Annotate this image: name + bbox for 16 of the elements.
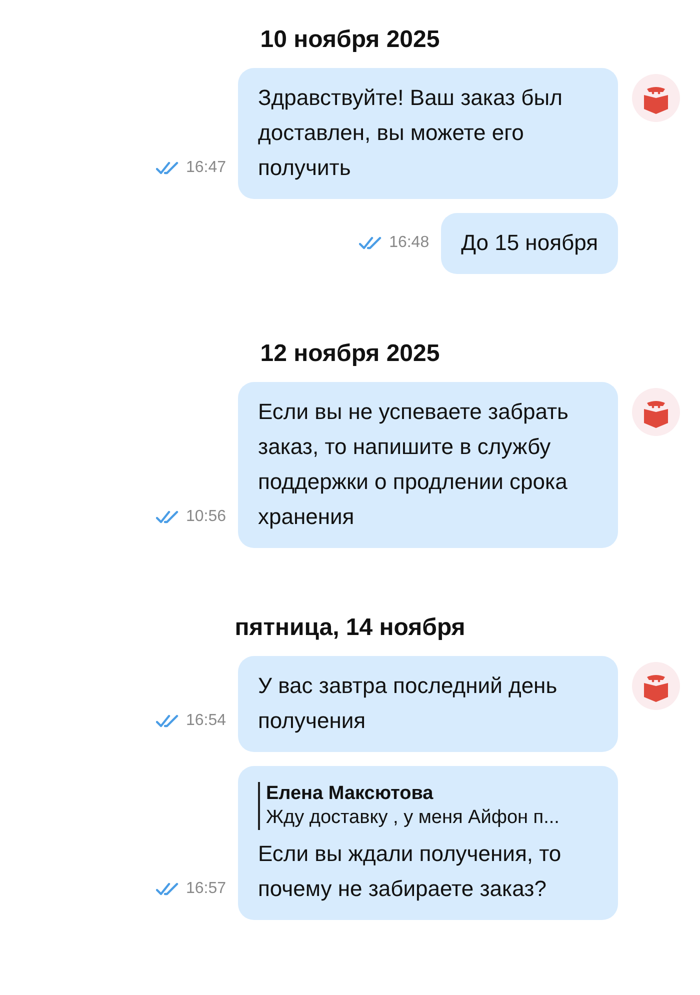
message-text: Если вы ждали получения, то почему не забираете заказ?: [258, 841, 562, 901]
date-header: 12 ноября 2025: [260, 339, 440, 369]
message-time: 16:48: [389, 234, 430, 252]
message-text: До 15 ноября: [461, 230, 598, 255]
message-time: 16:47: [186, 159, 226, 177]
message-text: У вас завтра последний день получения: [258, 673, 558, 733]
message-time: 16:54: [186, 712, 226, 730]
message-text: Здравствуйте! Ваш заказ был доставлен, вы можете его получить: [258, 85, 562, 180]
date-header: пятница, 14 ноября: [234, 613, 466, 643]
date-header: 10 ноября 2025: [260, 25, 440, 55]
quote-author: Елена Максютова: [266, 782, 434, 806]
reply-quote[interactable]: Елена Максютова Жду доставку , у меня Айфон п...: [258, 782, 598, 830]
message-text: Если вы не успеваете забрать заказ, то напишите в службу поддержки о продлении срока хранения: [258, 399, 568, 529]
quote-text: Жду доставку , у меня Айфон п...: [266, 806, 560, 830]
message-time: 10:56: [186, 508, 226, 526]
message-time: 16:57: [186, 880, 226, 898]
